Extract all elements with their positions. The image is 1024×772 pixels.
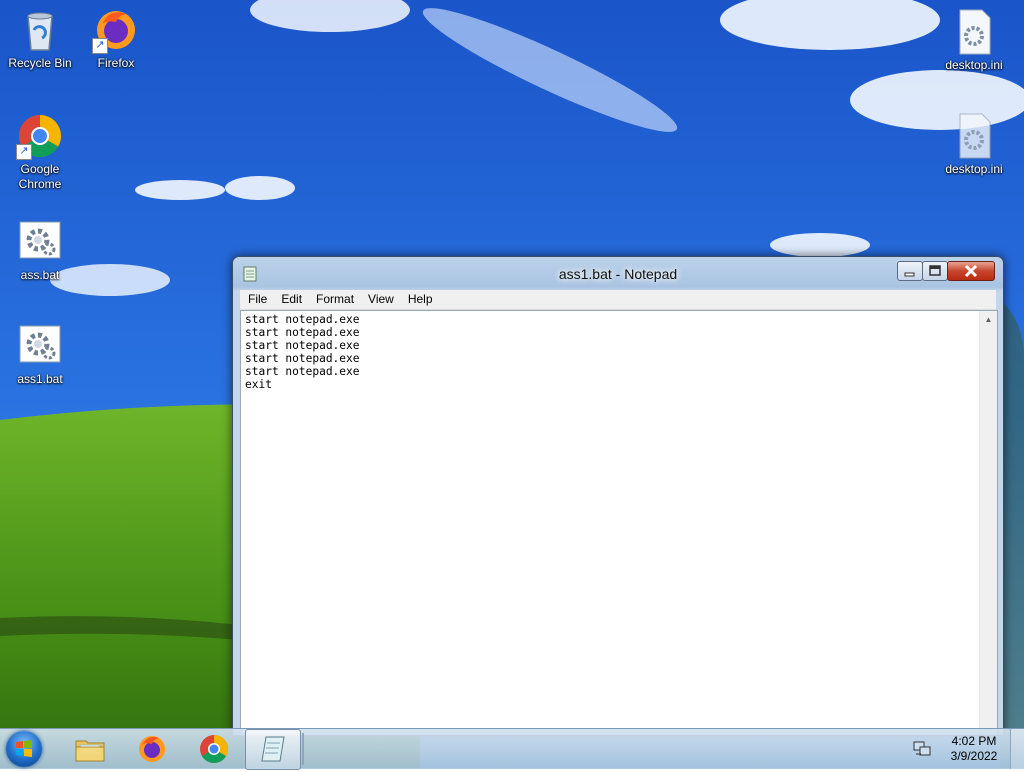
desktop-icon-ass-bat[interactable]: ass.bat bbox=[0, 218, 80, 283]
desktop-icon-desktop-ini[interactable]: desktop.ini bbox=[934, 8, 1014, 73]
menu-edit[interactable]: Edit bbox=[273, 290, 308, 309]
desktop-icon-label: Recycle Bin bbox=[8, 56, 72, 70]
recycle-bin-icon bbox=[16, 6, 64, 54]
batch-file-icon bbox=[16, 322, 64, 370]
desktop-icon-firefox[interactable]: ↗ Firefox bbox=[76, 6, 156, 71]
windows-explorer-icon bbox=[75, 740, 105, 762]
menu-bar: File Edit Format View Help bbox=[240, 290, 996, 310]
maximize-button[interactable] bbox=[922, 261, 948, 281]
taskbar-chrome-button[interactable] bbox=[186, 730, 242, 768]
show-desktop-button[interactable] bbox=[1010, 729, 1024, 769]
taskbar-divider bbox=[302, 733, 304, 765]
window-title: ass1.bat - Notepad bbox=[558, 266, 678, 282]
desktop-icon-google-chrome[interactable]: ↗ Google Chrome bbox=[0, 112, 80, 192]
system-clock[interactable]: 4:02 PM 3/9/2022 bbox=[940, 734, 1008, 764]
notepad-icon bbox=[261, 736, 285, 762]
taskbar-explorer-button[interactable] bbox=[62, 730, 118, 768]
close-icon bbox=[964, 264, 978, 278]
settings-file-icon bbox=[950, 8, 998, 56]
title-bar[interactable]: ass1.bat - Notepad bbox=[233, 257, 1003, 289]
minimize-button[interactable] bbox=[897, 261, 923, 281]
vertical-scrollbar[interactable]: ▲ bbox=[979, 311, 997, 735]
taskbar-notepad-button[interactable] bbox=[245, 729, 301, 770]
taskbar: 4:02 PM 3/9/2022 bbox=[0, 728, 1024, 770]
maximize-icon bbox=[929, 265, 941, 276]
firefox-icon: ↗ bbox=[92, 6, 140, 54]
desktop-icon-ass1-bat[interactable]: ass1.bat bbox=[0, 322, 80, 387]
chrome-icon: ↗ bbox=[16, 112, 64, 160]
minimize-icon bbox=[904, 272, 915, 277]
chrome-icon bbox=[200, 735, 228, 763]
settings-file-icon bbox=[950, 112, 998, 160]
menu-help[interactable]: Help bbox=[400, 290, 439, 309]
desktop-icon-label: desktop.ini bbox=[945, 58, 1003, 72]
desktop-icon-label: Firefox bbox=[97, 56, 135, 70]
desktop-icon-label: ass1.bat bbox=[17, 372, 63, 386]
text-editor[interactable]: start notepad.exe start notepad.exe star… bbox=[240, 310, 998, 735]
desktop-icon-desktop-ini[interactable]: desktop.ini bbox=[934, 112, 1014, 177]
editor-content[interactable]: start notepad.exe start notepad.exe star… bbox=[245, 313, 360, 391]
menu-format[interactable]: Format bbox=[308, 290, 360, 309]
scroll-up-button[interactable]: ▲ bbox=[980, 311, 997, 328]
close-button[interactable] bbox=[947, 261, 995, 281]
desktop-icon-recycle-bin[interactable]: Recycle Bin bbox=[0, 6, 80, 71]
clock-time: 4:02 PM bbox=[951, 734, 997, 748]
clock-date: 3/9/2022 bbox=[950, 749, 998, 763]
start-button[interactable] bbox=[6, 731, 42, 767]
shortcut-arrow-icon: ↗ bbox=[16, 144, 32, 160]
taskbar-firefox-button[interactable] bbox=[124, 730, 180, 768]
firefox-icon bbox=[139, 736, 165, 762]
shortcut-arrow-icon: ↗ bbox=[92, 38, 108, 54]
notepad-window[interactable]: ass1.bat - Notepad File Edit Format View Hel… bbox=[232, 256, 1004, 736]
menu-file[interactable]: File bbox=[240, 290, 273, 309]
desktop-icon-label: desktop.ini bbox=[945, 162, 1003, 176]
desktop-icon-label: Google Chrome bbox=[18, 162, 62, 191]
network-icon[interactable] bbox=[912, 740, 932, 758]
desktop-icon-label: ass.bat bbox=[20, 268, 60, 282]
batch-file-icon bbox=[16, 218, 64, 266]
windows-logo-icon bbox=[16, 740, 32, 757]
menu-view[interactable]: View bbox=[360, 290, 400, 309]
